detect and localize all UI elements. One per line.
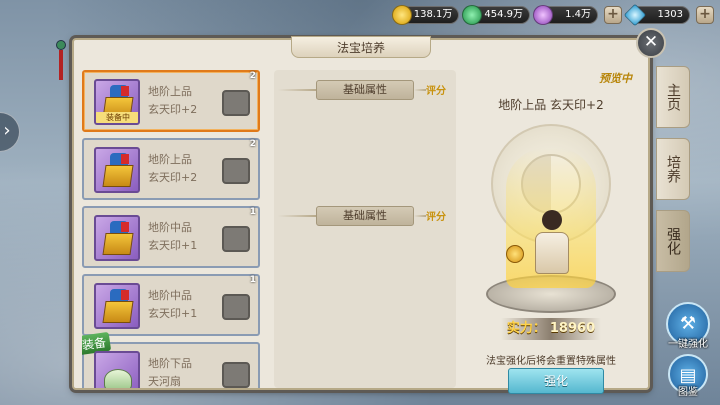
list-item[interactable]: 1 地阶中品 玄天印+1 bbox=[82, 274, 260, 336]
power-label: 实力： bbox=[506, 321, 546, 336]
item-grade: 地阶下品 bbox=[148, 357, 192, 370]
attribute-header: 基础属性 评分 bbox=[274, 206, 456, 226]
select-checkbox[interactable] bbox=[222, 226, 250, 252]
treasure-panel: 法宝培养 装备中 2 地阶上品 玄天印+2 2 地阶上品 玄天印+2 1 地阶中… bbox=[72, 36, 650, 394]
gold-currency: 138.1万 bbox=[391, 5, 460, 25]
side-tabs: 主页 培养 强化 bbox=[656, 66, 690, 282]
list-item[interactable]: 装备中 2 地阶上品 玄天印+2 bbox=[82, 70, 260, 132]
reset-notice: 法宝强化后将会重置特殊属性 bbox=[486, 356, 616, 367]
item-grade: 地阶中品 bbox=[148, 221, 192, 234]
seal-tag-icon bbox=[121, 154, 129, 164]
character-body bbox=[535, 232, 569, 274]
score-label: 评分 bbox=[426, 212, 446, 223]
treasure-slot: 装备中 bbox=[94, 79, 140, 125]
jade-currency: 454.9万 bbox=[462, 5, 530, 25]
list-item[interactable]: 2 地阶上品 玄天印+2 bbox=[82, 138, 260, 200]
seal-icon bbox=[102, 165, 134, 187]
seal-orb-icon bbox=[506, 245, 524, 263]
attribute-column: 基础属性 评分 基础属性 评分 bbox=[274, 70, 456, 388]
preview-area: 预览中 地阶上品 玄天印+2 实力： 18960 法宝强化后将会重置特殊属性 强化 bbox=[466, 70, 636, 394]
attribute-label: 基础属性 bbox=[316, 206, 414, 226]
close-button[interactable]: ✕ bbox=[636, 28, 666, 58]
item-grade: 地阶中品 bbox=[148, 289, 192, 302]
seal-tag-icon bbox=[121, 86, 129, 96]
item-name: 玄天印+2 bbox=[148, 103, 198, 116]
one-key-label: 一键强化 bbox=[668, 339, 708, 350]
seal-tag-icon bbox=[121, 290, 129, 300]
diamond-currency: 1303 bbox=[623, 3, 690, 27]
treasure-slot bbox=[94, 283, 140, 329]
preview-tag: 预览中 bbox=[599, 72, 632, 85]
equipped-tag: 装备中 bbox=[96, 112, 138, 123]
close-icon: ✕ bbox=[643, 32, 659, 52]
gold-coin-icon bbox=[391, 5, 412, 25]
jade-coin-icon bbox=[462, 5, 483, 25]
atlas-label: 图鉴 bbox=[678, 387, 698, 398]
fan-icon bbox=[104, 369, 132, 388]
attribute-label: 基础属性 bbox=[316, 80, 414, 100]
item-name: 玄天印+1 bbox=[148, 307, 198, 320]
item-grade: 地阶上品 bbox=[148, 153, 192, 166]
diamond-icon bbox=[623, 3, 647, 27]
add-diamond-button[interactable]: + bbox=[696, 6, 714, 24]
select-checkbox[interactable] bbox=[222, 90, 250, 116]
item-level: 2 bbox=[249, 139, 256, 149]
seal-icon bbox=[102, 301, 134, 323]
gold-amount: 138.1万 bbox=[413, 9, 453, 20]
treasure-slot bbox=[94, 215, 140, 261]
attribute-header: 基础属性 评分 bbox=[274, 80, 456, 100]
atlas-button[interactable]: ▤ 图鉴 bbox=[668, 354, 708, 398]
item-grade: 地阶上品 bbox=[148, 85, 192, 98]
power-value: 18960 bbox=[549, 321, 596, 336]
select-checkbox[interactable] bbox=[222, 294, 250, 320]
item-name: 天河扇 bbox=[148, 375, 181, 388]
seal-icon bbox=[102, 233, 134, 255]
item-name: 玄天印+2 bbox=[148, 171, 198, 184]
item-level: 2 bbox=[249, 71, 256, 81]
treasure-list[interactable]: 装备中 2 地阶上品 玄天印+2 2 地阶上品 玄天印+2 1 地阶中品 玄天印… bbox=[82, 70, 262, 388]
jade-amount: 454.9万 bbox=[484, 9, 523, 20]
diamond-amount: 1303 bbox=[657, 9, 683, 20]
hanging-ornament bbox=[56, 40, 66, 88]
spirit-orb-icon bbox=[533, 5, 553, 25]
power-display: 实力： 18960 bbox=[501, 318, 601, 340]
divider bbox=[278, 215, 316, 217]
treasure-slot bbox=[94, 351, 140, 388]
divider bbox=[278, 89, 316, 91]
item-level: 1 bbox=[249, 207, 256, 217]
tab-home[interactable]: 主页 bbox=[656, 66, 690, 128]
divider bbox=[414, 215, 426, 217]
select-checkbox[interactable] bbox=[222, 158, 250, 184]
seal-tag-icon bbox=[121, 222, 129, 232]
add-spirit-button[interactable]: + bbox=[604, 6, 622, 24]
currency-bar: 138.1万 454.9万 1.4万 + 1303 + bbox=[391, 3, 714, 27]
panel-title: 法宝培养 bbox=[291, 36, 431, 58]
strengthen-button[interactable]: 强化 bbox=[508, 368, 604, 394]
list-item[interactable]: 装备 地阶下品 天河扇 bbox=[82, 331, 260, 388]
item-name: 玄天印+1 bbox=[148, 239, 198, 252]
tassel-icon bbox=[59, 50, 63, 80]
select-checkbox[interactable] bbox=[222, 362, 250, 388]
item-level: 1 bbox=[249, 275, 256, 285]
preview-item-title: 地阶上品 玄天印+2 bbox=[498, 98, 604, 112]
treasure-slot bbox=[94, 147, 140, 193]
spirit-currency: 1.4万 bbox=[533, 5, 598, 25]
jade-bead-icon bbox=[56, 40, 66, 50]
list-item[interactable]: 1 地阶中品 玄天印+1 bbox=[82, 206, 260, 268]
divider bbox=[414, 89, 426, 91]
tab-strengthen[interactable]: 强化 bbox=[656, 210, 690, 272]
spirit-amount: 1.4万 bbox=[565, 9, 591, 20]
character-head bbox=[542, 210, 562, 230]
one-key-strengthen-button[interactable]: ⚒ 一键强化 bbox=[666, 302, 710, 350]
character-model bbox=[532, 210, 572, 280]
tab-cultivate[interactable]: 培养 bbox=[656, 138, 690, 200]
score-label: 评分 bbox=[426, 86, 446, 97]
